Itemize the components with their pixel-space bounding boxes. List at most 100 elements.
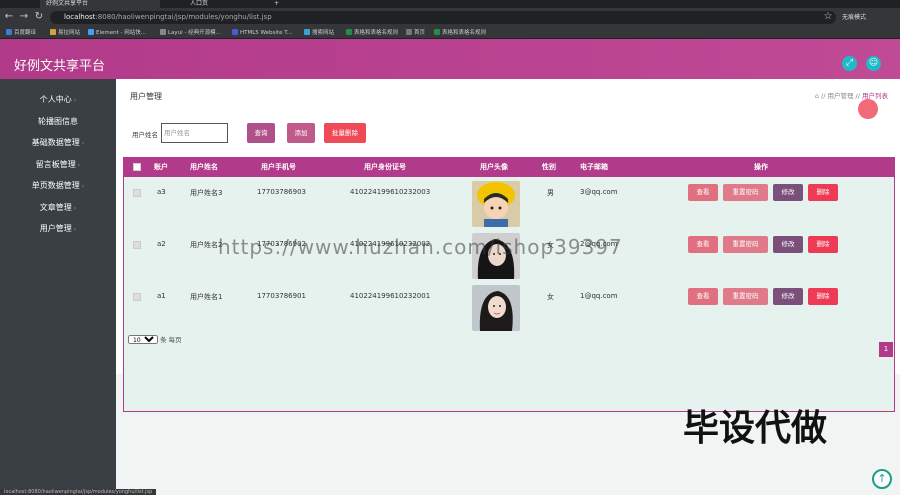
query-button[interactable]: 查询 [247,123,275,143]
chevron-icon: › [73,97,77,104]
delete-button[interactable]: 删除 [808,288,838,305]
sidebar-item-label: 基础数据管理 [31,138,80,147]
search-input[interactable] [161,123,228,143]
col-avatar[interactable]: 用户头像 [480,158,508,177]
profile-button[interactable]: 无痕模式 [842,12,866,23]
bookmark-label: 首页 [414,30,426,36]
sidebar-item-label: 用户管理 [39,224,72,233]
bookmark-label: 表格和表格名规则 [354,30,399,36]
cell-phone: 17703786901 [257,292,306,300]
bookmark[interactable]: 首页 [406,28,425,38]
batch-delete-button[interactable]: 批量删除 [324,123,366,143]
add-button[interactable]: 添加 [287,123,315,143]
star-icon[interactable]: ☆ [822,11,834,23]
bookmark-icon [50,29,56,35]
bookmark-icon [406,29,412,35]
col-name[interactable]: 用户姓名 [190,158,218,177]
brand-title: 好例文共享平台 [14,59,106,74]
bookmark-icon [434,29,440,35]
bookmark-label: 表格和表格名规则 [442,30,487,36]
view-button[interactable]: 查看 [688,184,718,201]
delete-button[interactable]: 删除 [808,184,838,201]
col-phone[interactable]: 用户手机号 [261,158,296,177]
per-page-label: 条 每页 [160,336,182,344]
cell-phone: 17703786903 [257,188,306,196]
breadcrumb-home[interactable]: ⌂ // 用户管理 // [815,92,860,100]
sidebar-item-profile[interactable]: 个人中心 › [0,92,116,108]
sidebar-item-guestbook[interactable]: 留言板管理 › [0,157,116,173]
col-account[interactable]: 账户 [154,158,168,177]
bookmark[interactable]: HTML5 Website T... [232,28,292,38]
sidebar-item-label: 个人中心 [39,95,72,104]
back-icon[interactable]: ← [3,11,15,23]
cell-email: 1@qq.com [580,292,618,300]
cell-name: 用户姓名3 [190,189,223,197]
reset-password-button[interactable]: 重置密码 [723,184,768,201]
row-checkbox[interactable] [133,241,141,249]
avatar [472,181,520,227]
row-checkbox[interactable] [133,293,141,301]
cell-account: a1 [157,292,166,300]
page-size-control: 10 条 每页 [128,334,182,344]
select-all-checkbox[interactable] [133,163,141,171]
row-checkbox[interactable] [133,189,141,197]
table-row: a3 用户姓名3 17703786903 410224199610232003 … [124,181,894,233]
reset-password-button[interactable]: 重置密码 [723,236,768,253]
table-header: 账户 用户姓名 用户手机号 用户身份证号 用户头像 性别 电子邮箱 操作 [124,158,894,177]
chevron-icon: › [73,226,77,233]
bookmark[interactable]: 百度翻译 [6,28,36,38]
bookmark[interactable]: Element - 网站快... [88,28,146,38]
sidebar-item-single-page[interactable]: 单页数据管理 › [0,178,116,194]
edit-button[interactable]: 修改 [773,184,803,201]
chevron-icon: › [77,162,81,169]
sidebar: 个人中心 › 轮播图信息 基础数据管理 › 留言板管理 › 单页数据管理 › 文章管理 ›… [0,79,116,495]
bookmark[interactable]: 表格和表格名规则 [346,28,398,38]
cell-email: 3@qq.com [580,188,618,196]
url-host: localhost [64,13,96,21]
browser-tab-active[interactable]: 好例文共享平台 [40,0,160,8]
col-gender[interactable]: 性别 [542,158,556,177]
bookmark-label: Element - 网站快... [96,30,146,36]
chevron-icon: › [73,205,77,212]
bookmark[interactable]: 搜索网站 [304,28,334,38]
bookmark-icon [6,29,12,35]
sidebar-item-basic-data[interactable]: 基础数据管理 › [0,135,116,151]
bookmark[interactable]: 表格和表格名规则 [434,28,486,38]
edit-button[interactable]: 修改 [773,288,803,305]
sidebar-item-label: 轮播图信息 [38,117,78,126]
bookmark-icon [88,29,94,35]
forward-icon[interactable]: → [18,11,30,23]
browser-toolbar: ← → ↻ localhost:8080/haoliwenpingtai/jsp… [0,8,900,27]
view-button[interactable]: 查看 [688,288,718,305]
user-icon[interactable]: ☺ [866,56,881,71]
reset-password-button[interactable]: 重置密码 [723,288,768,305]
bookmark-label: Layui - 经典开源模... [168,30,221,36]
back-to-top-button[interactable]: ↑ [872,469,892,489]
table-row: a1 用户姓名1 17703786901 410224199610232001 … [124,285,894,337]
bookmark-label: 百度翻译 [14,30,37,36]
delete-button[interactable]: 删除 [808,236,838,253]
bookmark[interactable]: Layui - 经典开源模... [160,28,221,38]
reload-icon[interactable]: ↻ [33,11,45,23]
col-idcard[interactable]: 用户身份证号 [364,158,406,177]
col-email[interactable]: 电子邮箱 [580,158,608,177]
browser-tab-bar: 好例文共享平台 人口页 + [0,0,900,8]
address-bar[interactable]: localhost:8080/haoliwenpingtai/jsp/modul… [50,11,836,24]
page-size-select[interactable]: 10 [128,335,158,344]
expand-icon[interactable]: ⤢ [842,56,857,71]
page-number-button[interactable]: 1 [879,342,893,357]
sidebar-item-carousel[interactable]: 轮播图信息 [0,114,116,130]
browser-tab[interactable]: 人口页 [184,0,264,8]
bookmarks-bar: 百度翻译 易拉网站 Element - 网站快... Layui - 经典开源模… [0,27,900,39]
cursor-highlight [858,99,878,119]
sidebar-item-users[interactable]: 用户管理 › [0,221,116,237]
bookmark[interactable]: 易拉网站 [50,28,80,38]
new-tab-button[interactable]: + [268,0,285,8]
chevron-icon: › [81,140,85,147]
sidebar-item-articles[interactable]: 文章管理 › [0,200,116,216]
url-path: :8080/haoliwenpingtai/jsp/modules/yonghu… [95,13,272,21]
plus-icon: + [274,0,280,7]
edit-button[interactable]: 修改 [773,236,803,253]
bookmark-label: 易拉网站 [58,30,81,36]
view-button[interactable]: 查看 [688,236,718,253]
